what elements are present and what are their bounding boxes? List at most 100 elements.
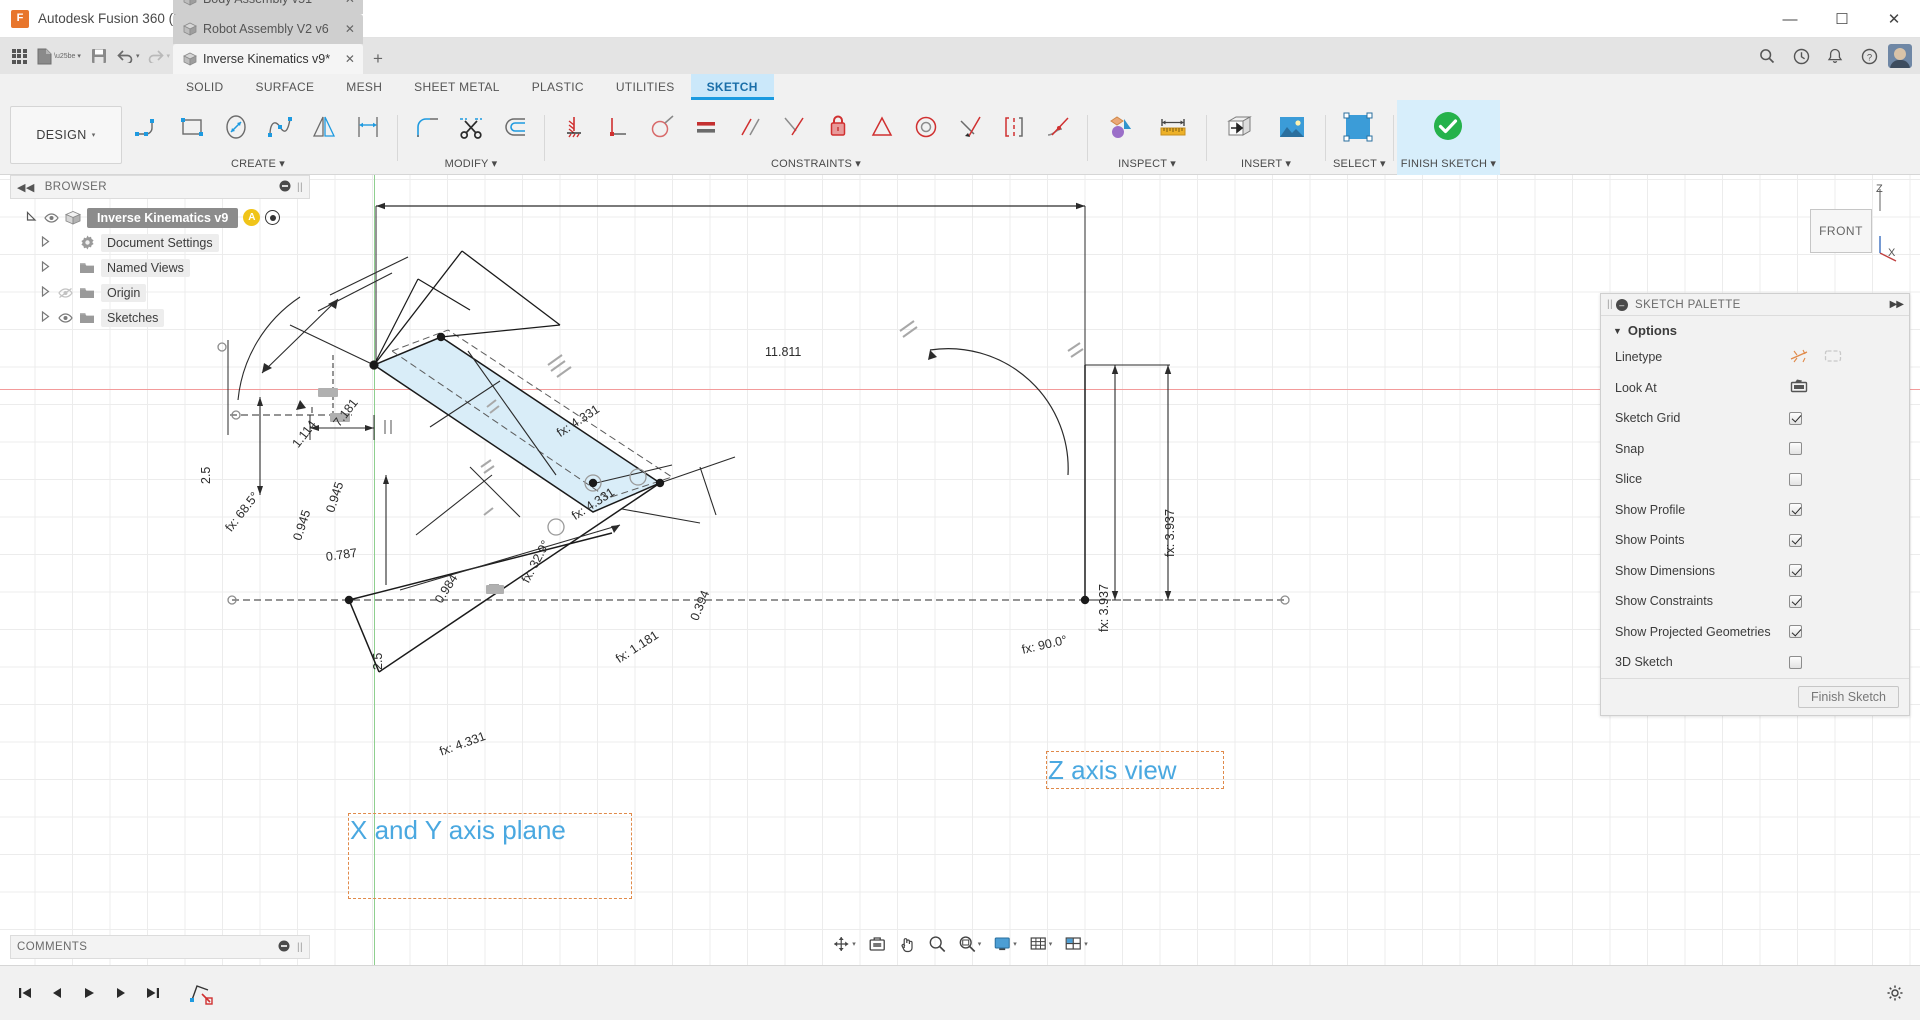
checkbox-show-dimensions[interactable]	[1789, 564, 1802, 578]
panel-create-label[interactable]: CREATE ▾	[231, 154, 285, 174]
close-button[interactable]: ✕	[1868, 0, 1920, 38]
panel-constraints-label[interactable]: CONSTRAINTS ▾	[771, 154, 861, 174]
panel-insert-label[interactable]: INSERT ▾	[1241, 154, 1291, 174]
minimize-button[interactable]: —	[1764, 0, 1816, 38]
workspace-tab-utilities[interactable]: UTILITIES	[600, 74, 691, 100]
checkbox-show-points[interactable]	[1789, 533, 1802, 547]
workspace-tab-sketch[interactable]: SKETCH	[690, 74, 774, 100]
parallel-constraint-icon[interactable]	[728, 103, 772, 151]
palette-row-slice[interactable]: Slice	[1601, 464, 1909, 495]
circle-icon[interactable]	[214, 103, 258, 151]
display-settings-icon[interactable]: ▾	[988, 930, 1022, 958]
insert-image-icon[interactable]	[1266, 101, 1318, 153]
save-icon[interactable]	[86, 41, 112, 71]
visibility-eye-icon[interactable]	[57, 287, 73, 299]
document-tab-close-icon[interactable]: ✕	[339, 0, 355, 6]
palette-row-look-at[interactable]: Look At	[1601, 373, 1909, 404]
look-at-icon[interactable]	[1789, 377, 1809, 398]
tangent-constraint-icon[interactable]	[640, 103, 684, 151]
checkbox-3d-sketch[interactable]	[1789, 655, 1802, 669]
concentric-constraint-icon[interactable]	[904, 103, 948, 151]
trim-scissors-icon[interactable]	[449, 103, 493, 151]
dimension-label[interactable]: fx: 3.937	[1163, 509, 1177, 557]
palette-row-show-dimensions[interactable]: Show Dimensions	[1601, 556, 1909, 587]
collinear-constraint-icon[interactable]	[948, 103, 992, 151]
finish-sketch-icon[interactable]	[1417, 101, 1479, 153]
expand-arrow-icon[interactable]	[38, 310, 52, 324]
checkbox-show-constraints[interactable]	[1789, 594, 1802, 608]
coincident-constraint-icon[interactable]	[772, 103, 816, 151]
palette-row-linetype[interactable]: Linetype	[1601, 342, 1909, 373]
timeline-settings-gear-icon[interactable]	[1880, 978, 1910, 1008]
timeline-step-back-button[interactable]	[42, 978, 72, 1008]
linetype-normal-icon[interactable]	[1789, 347, 1809, 368]
browser-grip-icon[interactable]: ||	[297, 182, 303, 193]
timeline-play-button[interactable]	[74, 978, 104, 1008]
workspace-tab-plastic[interactable]: PLASTIC	[516, 74, 600, 100]
perpendicular-constraint-icon[interactable]	[596, 103, 640, 151]
workspace-tab-surface[interactable]: SURFACE	[240, 74, 331, 100]
palette-expand-icon[interactable]: ▶▶	[1890, 299, 1904, 310]
palette-grip-icon[interactable]: ||	[1607, 299, 1613, 310]
timeline-go-to-start-button[interactable]	[10, 978, 40, 1008]
inspect-section-icon[interactable]	[1095, 101, 1147, 153]
checkbox-show-profile[interactable]	[1789, 503, 1802, 517]
design-workspace-button[interactable]: DESIGN ▾	[10, 106, 122, 164]
rectangle-icon[interactable]	[170, 103, 214, 151]
timeline-go-to-end-button[interactable]	[138, 978, 168, 1008]
midpoint-constraint-icon[interactable]	[992, 103, 1036, 151]
time-icon[interactable]	[1786, 41, 1816, 71]
fix-constraint-icon[interactable]	[552, 103, 596, 151]
activate-component-icon[interactable]	[265, 210, 281, 225]
sketch-dimension-icon[interactable]	[346, 103, 390, 151]
comments-panel[interactable]: COMMENTS ||	[10, 935, 310, 959]
fix-lock-icon[interactable]	[816, 103, 860, 151]
expand-arrow-icon[interactable]	[38, 235, 52, 249]
document-tab-5[interactable]: Inverse Kinematics v9* ✕	[172, 44, 363, 74]
workspace-tab-sheet-metal[interactable]: SHEET METAL	[398, 74, 516, 100]
note-selection-box[interactable]	[348, 813, 632, 899]
comments-grip-icon[interactable]: ||	[297, 942, 303, 953]
undo-icon[interactable]: ▾	[114, 41, 143, 71]
browser-collapse-icon[interactable]: ◀◀	[17, 181, 35, 194]
viewports-icon[interactable]: ▾	[1059, 930, 1093, 958]
panel-modify-label[interactable]: MODIFY ▾	[445, 154, 498, 174]
view-settings-icon[interactable]	[863, 930, 891, 958]
dimension-label[interactable]: 2.5	[371, 653, 385, 670]
browser-node-document-settings[interactable]: Document Settings	[10, 230, 310, 255]
dimension-label[interactable]: 2.5	[199, 467, 213, 484]
orbit-icon[interactable]: ▾	[827, 930, 861, 958]
palette-minimize-icon[interactable]: –	[1616, 298, 1628, 311]
expand-arrow-icon[interactable]	[38, 285, 52, 299]
line-icon[interactable]	[126, 103, 170, 151]
palette-row-sketch-grid[interactable]: Sketch Grid	[1601, 403, 1909, 434]
expand-arrow-icon[interactable]	[38, 260, 52, 274]
checkbox-show-projected-geometries[interactable]	[1789, 625, 1802, 639]
timeline-step-forward-button[interactable]	[106, 978, 136, 1008]
linetype-construction-icon[interactable]	[1823, 347, 1843, 368]
zoom-icon[interactable]	[923, 930, 951, 958]
palette-row-show-constraints[interactable]: Show Constraints	[1601, 586, 1909, 617]
workspace-tab-mesh[interactable]: MESH	[330, 74, 398, 100]
panel-finish-sketch-label[interactable]: FINISH SKETCH ▾	[1401, 154, 1496, 174]
insert-derive-icon[interactable]	[1214, 101, 1266, 153]
mirror-icon[interactable]	[302, 103, 346, 151]
new-file-icon[interactable]: \u25be ▾	[34, 41, 84, 71]
panel-select-label[interactable]: SELECT ▾	[1333, 154, 1386, 174]
comments-minimize-icon[interactable]	[278, 940, 290, 955]
offset-icon[interactable]	[493, 103, 537, 151]
palette-options-section[interactable]: ▼ Options	[1601, 316, 1909, 342]
maximize-button[interactable]: ☐	[1816, 0, 1868, 38]
document-tab-3[interactable]: Body Assembly v51 ✕	[172, 0, 363, 14]
expand-arrow-icon[interactable]	[24, 211, 38, 224]
bell-icon[interactable]	[1820, 41, 1850, 71]
checkbox-snap[interactable]	[1789, 442, 1802, 456]
document-tab-close-icon[interactable]: ✕	[339, 52, 355, 66]
palette-row-show-profile[interactable]: Show Profile	[1601, 495, 1909, 526]
workspace-tab-solid[interactable]: SOLID	[170, 74, 240, 100]
visibility-eye-icon[interactable]	[57, 312, 73, 324]
equal-constraint-icon[interactable]	[684, 103, 728, 151]
browser-node-named-views[interactable]: Named Views	[10, 255, 310, 280]
search-icon[interactable]	[1752, 41, 1782, 71]
note-selection-box[interactable]	[1046, 751, 1224, 789]
